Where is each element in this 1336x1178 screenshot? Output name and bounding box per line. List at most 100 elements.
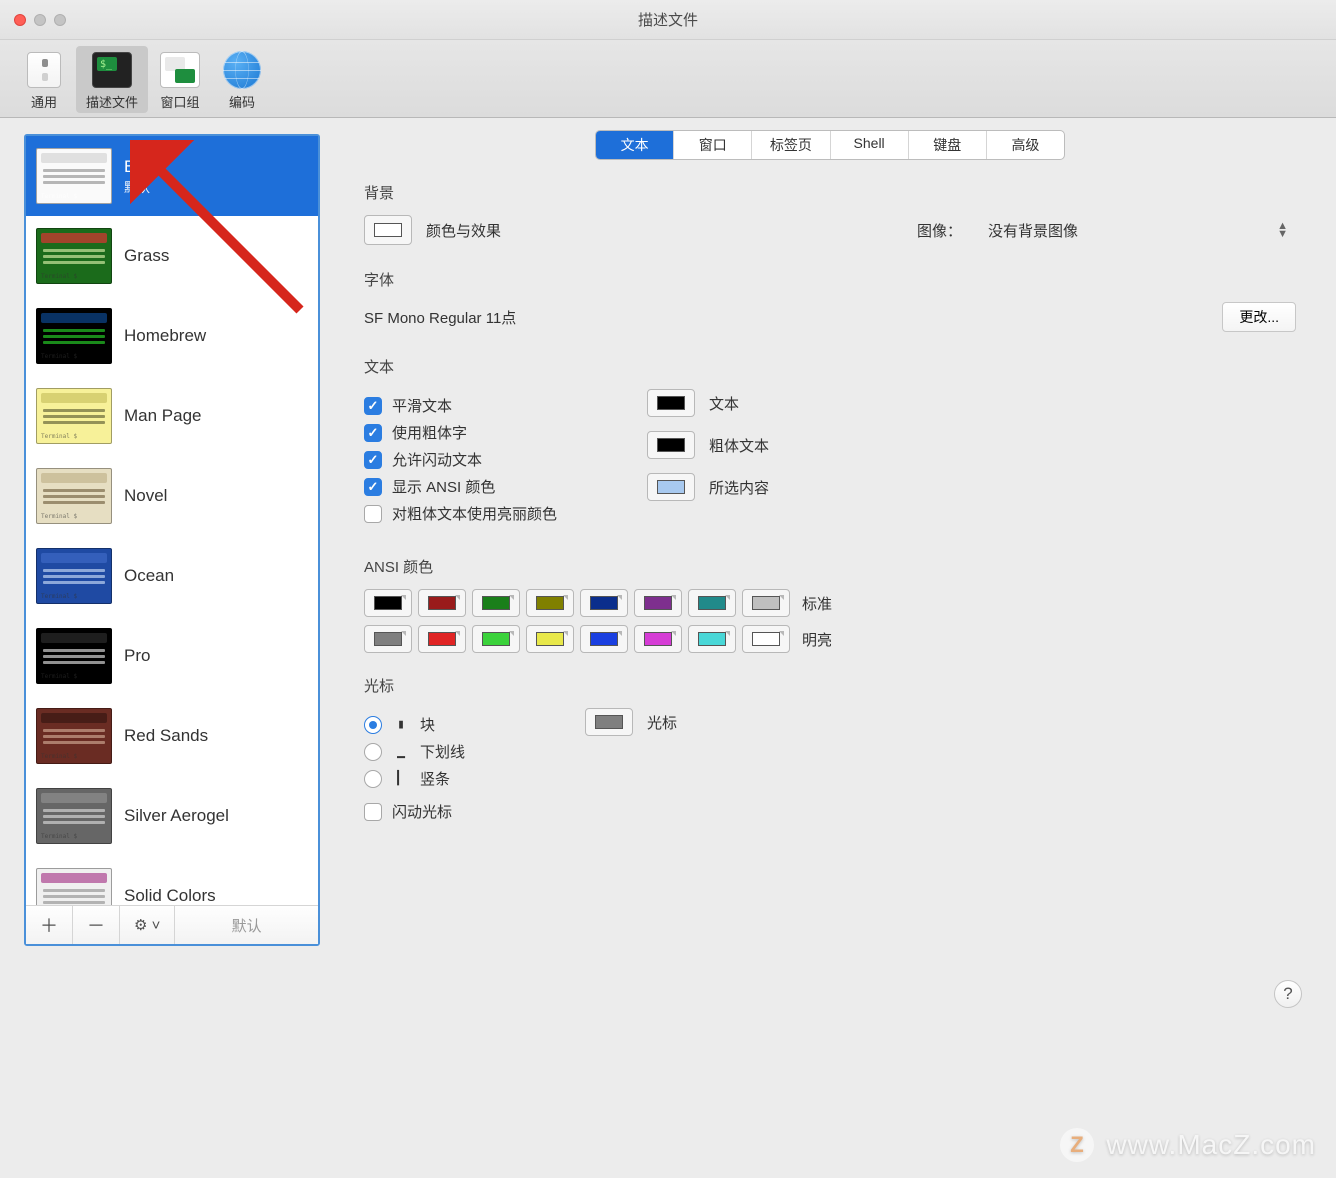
window-title: 描述文件 (0, 9, 1336, 30)
tab-高级[interactable]: 高级 (987, 131, 1064, 159)
profile-name: Basic (124, 157, 166, 177)
tab-窗口[interactable]: 窗口 (674, 131, 752, 159)
cursor-color-well[interactable] (585, 708, 633, 736)
ansi-color-1-3[interactable] (526, 625, 574, 653)
blink-cursor-checkbox[interactable] (364, 803, 382, 821)
profile-subtitle: 默认 (124, 177, 166, 196)
section-text: 文本 (364, 356, 1296, 377)
profile-item-ocean[interactable]: Terminal $Ocean (26, 536, 318, 616)
text-checkbox-2[interactable] (364, 451, 382, 469)
tab-键盘[interactable]: 键盘 (909, 131, 987, 159)
ansi-color-0-6[interactable] (688, 589, 736, 617)
sidebar-footer: ＋ － ⚙︎ ˅ 默认 (26, 905, 318, 944)
cursor-radio-label: 竖条 (420, 768, 450, 789)
profile-thumbnail: Terminal $ (36, 708, 112, 764)
titlebar: 描述文件 (0, 0, 1336, 40)
profile-name: Man Page (124, 406, 202, 426)
profile-name: Novel (124, 486, 167, 506)
ansi-color-1-6[interactable] (688, 625, 736, 653)
profile-thumbnail: Terminal $ (36, 788, 112, 844)
profile-item-homebrew[interactable]: Terminal $ Homebrew (26, 296, 318, 376)
tab-文本[interactable]: 文本 (596, 131, 674, 159)
profile-thumbnail: Terminal $ (36, 468, 112, 524)
profile-thumbnail: Terminal $ (36, 308, 112, 364)
toolbar: 通用 $_ 描述文件 窗口组 编码 (0, 40, 1336, 118)
ansi-color-0-3[interactable] (526, 589, 574, 617)
ansi-color-0-2[interactable] (472, 589, 520, 617)
tab-标签页[interactable]: 标签页 (752, 131, 830, 159)
profile-item-pro[interactable]: Terminal $Pro (26, 616, 318, 696)
ansi-color-0-7[interactable] (742, 589, 790, 617)
profile-name: Homebrew (124, 326, 206, 346)
text-checkbox-label: 显示 ANSI 颜色 (392, 476, 495, 497)
ansi-color-1-4[interactable] (580, 625, 628, 653)
profile-item-redsands[interactable]: Terminal $Red Sands (26, 696, 318, 776)
background-color-well[interactable] (364, 215, 412, 245)
text-checkbox-label: 允许闪动文本 (392, 449, 482, 470)
color-well-label: 文本 (709, 393, 739, 414)
ansi-color-0-4[interactable] (580, 589, 628, 617)
profile-item-grass[interactable]: Terminal $Grass (26, 216, 318, 296)
color-well-label: 粗体文本 (709, 435, 769, 456)
profile-thumbnail: Terminal $ (36, 628, 112, 684)
section-cursor: 光标 (364, 675, 1296, 696)
text-color-well-0[interactable] (647, 389, 695, 417)
profile-item-novel[interactable]: Terminal $ Novel (26, 456, 318, 536)
cursor-radio-0[interactable] (364, 716, 382, 734)
toolbar-tab-profiles[interactable]: $_ 描述文件 (76, 46, 148, 113)
add-profile-button[interactable]: ＋ (26, 906, 73, 944)
color-well-label: 所选内容 (709, 477, 769, 498)
settings-tabs: 文本窗口标签页Shell键盘高级 (595, 130, 1065, 160)
globe-icon (222, 50, 262, 90)
ansi-color-1-5[interactable] (634, 625, 682, 653)
text-checkbox-0[interactable] (364, 397, 382, 415)
profile-item-manpage[interactable]: Terminal $ Man Page (26, 376, 318, 456)
profile-item-solid[interactable]: Terminal $Solid Colors (26, 856, 318, 905)
text-checkbox-label: 平滑文本 (392, 395, 452, 416)
ansi-color-0-5[interactable] (634, 589, 682, 617)
ansi-color-0-1[interactable] (418, 589, 466, 617)
text-checkbox-label: 对粗体文本使用亮丽颜色 (392, 503, 557, 524)
cursor-sample-icon: ▮ (394, 717, 408, 732)
text-color-well-2[interactable] (647, 473, 695, 501)
text-checkbox-1[interactable] (364, 424, 382, 442)
ansi-color-1-0[interactable] (364, 625, 412, 653)
background-image-dropdown[interactable]: 没有背景图像 ▲▼ (976, 216, 1296, 244)
ansi-color-1-2[interactable] (472, 625, 520, 653)
toolbar-tab-encoding[interactable]: 编码 (212, 46, 272, 113)
ansi-row-label: 明亮 (802, 629, 832, 650)
profile-thumbnail: Terminal $ (36, 388, 112, 444)
profile-item-basic[interactable]: Terminal $Basic默认 (26, 136, 318, 216)
ansi-color-0-0[interactable] (364, 589, 412, 617)
ansi-color-1-7[interactable] (742, 625, 790, 653)
ansi-row-label: 标准 (802, 593, 832, 614)
ansi-color-1-1[interactable] (418, 625, 466, 653)
tab-Shell[interactable]: Shell (831, 131, 909, 159)
profile-item-silver[interactable]: Terminal $Silver Aerogel (26, 776, 318, 856)
default-profile-label[interactable]: 默认 (175, 906, 318, 944)
remove-profile-button[interactable]: － (73, 906, 120, 944)
cursor-radio-2[interactable] (364, 770, 382, 788)
zoom-window-button[interactable] (54, 14, 66, 26)
text-color-well-1[interactable] (647, 431, 695, 459)
change-font-button[interactable]: 更改... (1222, 302, 1296, 332)
window-group-icon (160, 50, 200, 90)
help-button[interactable]: ? (1274, 980, 1302, 1008)
toolbar-tab-general[interactable]: 通用 (14, 46, 74, 113)
text-checkbox-label: 使用粗体字 (392, 422, 467, 443)
close-window-button[interactable] (14, 14, 26, 26)
watermark-badge: Z (1060, 1128, 1094, 1162)
image-label: 图像： (917, 220, 962, 241)
cursor-radio-1[interactable] (364, 743, 382, 761)
cursor-sample-icon: ▁ (394, 744, 408, 759)
section-ansi: ANSI 颜色 (364, 556, 1296, 577)
text-checkbox-4[interactable] (364, 505, 382, 523)
toolbar-tab-window-groups[interactable]: 窗口组 (150, 46, 210, 113)
profiles-list[interactable]: Terminal $Basic默认Terminal $GrassTerminal… (26, 136, 318, 905)
terminal-profile-icon: $_ (92, 50, 132, 90)
text-checkbox-3[interactable] (364, 478, 382, 496)
updown-arrows-icon: ▲▼ (1277, 222, 1288, 238)
profile-settings-panel: 文本窗口标签页Shell键盘高级 背景 颜色与效果 图像： 没有背景图像 ▲▼ … (332, 118, 1336, 1156)
minimize-window-button[interactable] (34, 14, 46, 26)
profile-actions-menu[interactable]: ⚙︎ ˅ (120, 906, 175, 944)
